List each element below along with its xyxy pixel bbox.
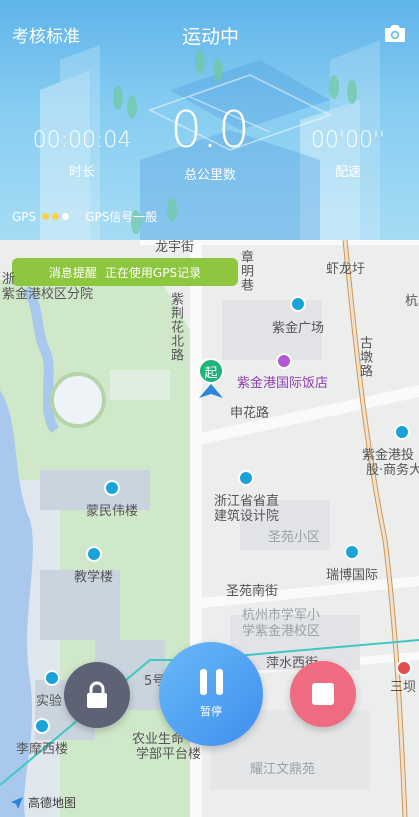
pause-bar <box>199 669 207 695</box>
map-label: 古墩路 <box>357 336 372 378</box>
pause-bar <box>215 669 223 695</box>
map-label: 紫荆花北路 <box>168 292 183 362</box>
duration-label: 时长 <box>68 165 95 180</box>
map-label: 建筑设计院 <box>214 509 280 524</box>
map-label: 紫金港国际饭店 <box>237 376 329 391</box>
gps-signal-dot <box>42 213 50 220</box>
distance-label: 总公里数 <box>183 168 236 183</box>
map-label: 紫金广场 <box>272 321 325 336</box>
lock-icon <box>87 681 107 708</box>
start-marker[interactable]: 起 <box>197 358 225 400</box>
camera-icon[interactable] <box>383 22 409 46</box>
amap-arrow-icon <box>11 796 23 809</box>
pace-label: 配速 <box>334 165 361 180</box>
poi-icon <box>104 480 120 496</box>
poi-icon <box>86 546 102 562</box>
sport-header: 考核标准 运动中 00:00:04 时长 0.0 总公里数 00'00'' 配速… <box>0 0 419 240</box>
poi-icon <box>290 296 306 312</box>
pause-button[interactable]: 暂停 <box>159 642 263 746</box>
map-label: 实验 <box>36 694 63 709</box>
map-label: 杭 <box>405 294 419 309</box>
map-label: 学紫金港校区 <box>242 624 321 639</box>
stop-button[interactable] <box>290 661 356 727</box>
map-label: 圣苑小区 <box>268 530 321 545</box>
metro-icon <box>396 660 412 676</box>
pause-label: 暂停 <box>200 705 222 718</box>
map-label: 学部平台楼 <box>136 747 202 762</box>
hotel-icon <box>276 353 292 369</box>
map-label: 李摩西楼 <box>16 742 69 757</box>
pace-stat: 00'00'' 配速 <box>300 128 396 180</box>
header-top-bar: 考核标准 运动中 <box>12 22 409 48</box>
map-label: 股·商务大 <box>366 463 419 478</box>
map-label: 申花路 <box>230 406 270 421</box>
pace-value: 00'00'' <box>310 128 386 153</box>
gps-status: GPS GPS信号一般 <box>12 208 157 225</box>
banner-text: 正在使用GPS记录 <box>104 265 202 280</box>
map-label: 教学楼 <box>74 570 114 585</box>
map-label: 耀江文鼎苑 <box>250 762 316 777</box>
poi-icon <box>44 670 60 686</box>
gps-label: GPS <box>12 209 37 224</box>
gps-signal-dot <box>52 213 60 220</box>
duration-stat: 00:00:04 时长 <box>30 128 134 180</box>
map-label: 紫金港校区分院 <box>2 287 94 302</box>
stop-icon <box>312 683 334 705</box>
attribution-text: 高德地图 <box>28 796 77 810</box>
gps-signal-text: GPS信号一般 <box>85 210 158 224</box>
map-label: 蒙民伟楼 <box>86 504 139 519</box>
map-label: 三坝 <box>390 680 417 695</box>
map-label: 圣苑南街 <box>226 584 279 599</box>
gps-signal-dots <box>42 213 70 220</box>
poi-icon <box>394 424 410 440</box>
page-title: 运动中 <box>181 26 239 48</box>
poi-icon <box>344 544 360 560</box>
map-label: 瑞博国际 <box>326 568 379 583</box>
lock-button[interactable] <box>64 662 130 728</box>
duration-value: 00:00:04 <box>32 128 132 153</box>
banner-title: 消息提醒 <box>48 265 97 280</box>
distance-value: 0.0 <box>170 101 250 159</box>
poi-icon <box>34 718 50 734</box>
map-attribution: 高德地图 <box>10 794 76 811</box>
poi-icon <box>238 470 254 486</box>
start-arrow-icon <box>199 384 223 398</box>
map-label: 龙宇街 <box>155 240 195 255</box>
sport-stats: 00:00:04 时长 0.0 总公里数 00'00'' 配速 <box>0 100 419 200</box>
distance-stat: 0.0 总公里数 <box>150 100 270 183</box>
message-banner[interactable]: 消息提醒 正在使用GPS记录 <box>12 258 238 286</box>
pause-icon <box>199 669 223 695</box>
map-label: 章明巷 <box>238 250 253 292</box>
map-label: 虾龙圩 <box>326 262 366 277</box>
start-pin-icon: 起 <box>198 358 224 384</box>
gps-signal-dot <box>62 213 70 220</box>
